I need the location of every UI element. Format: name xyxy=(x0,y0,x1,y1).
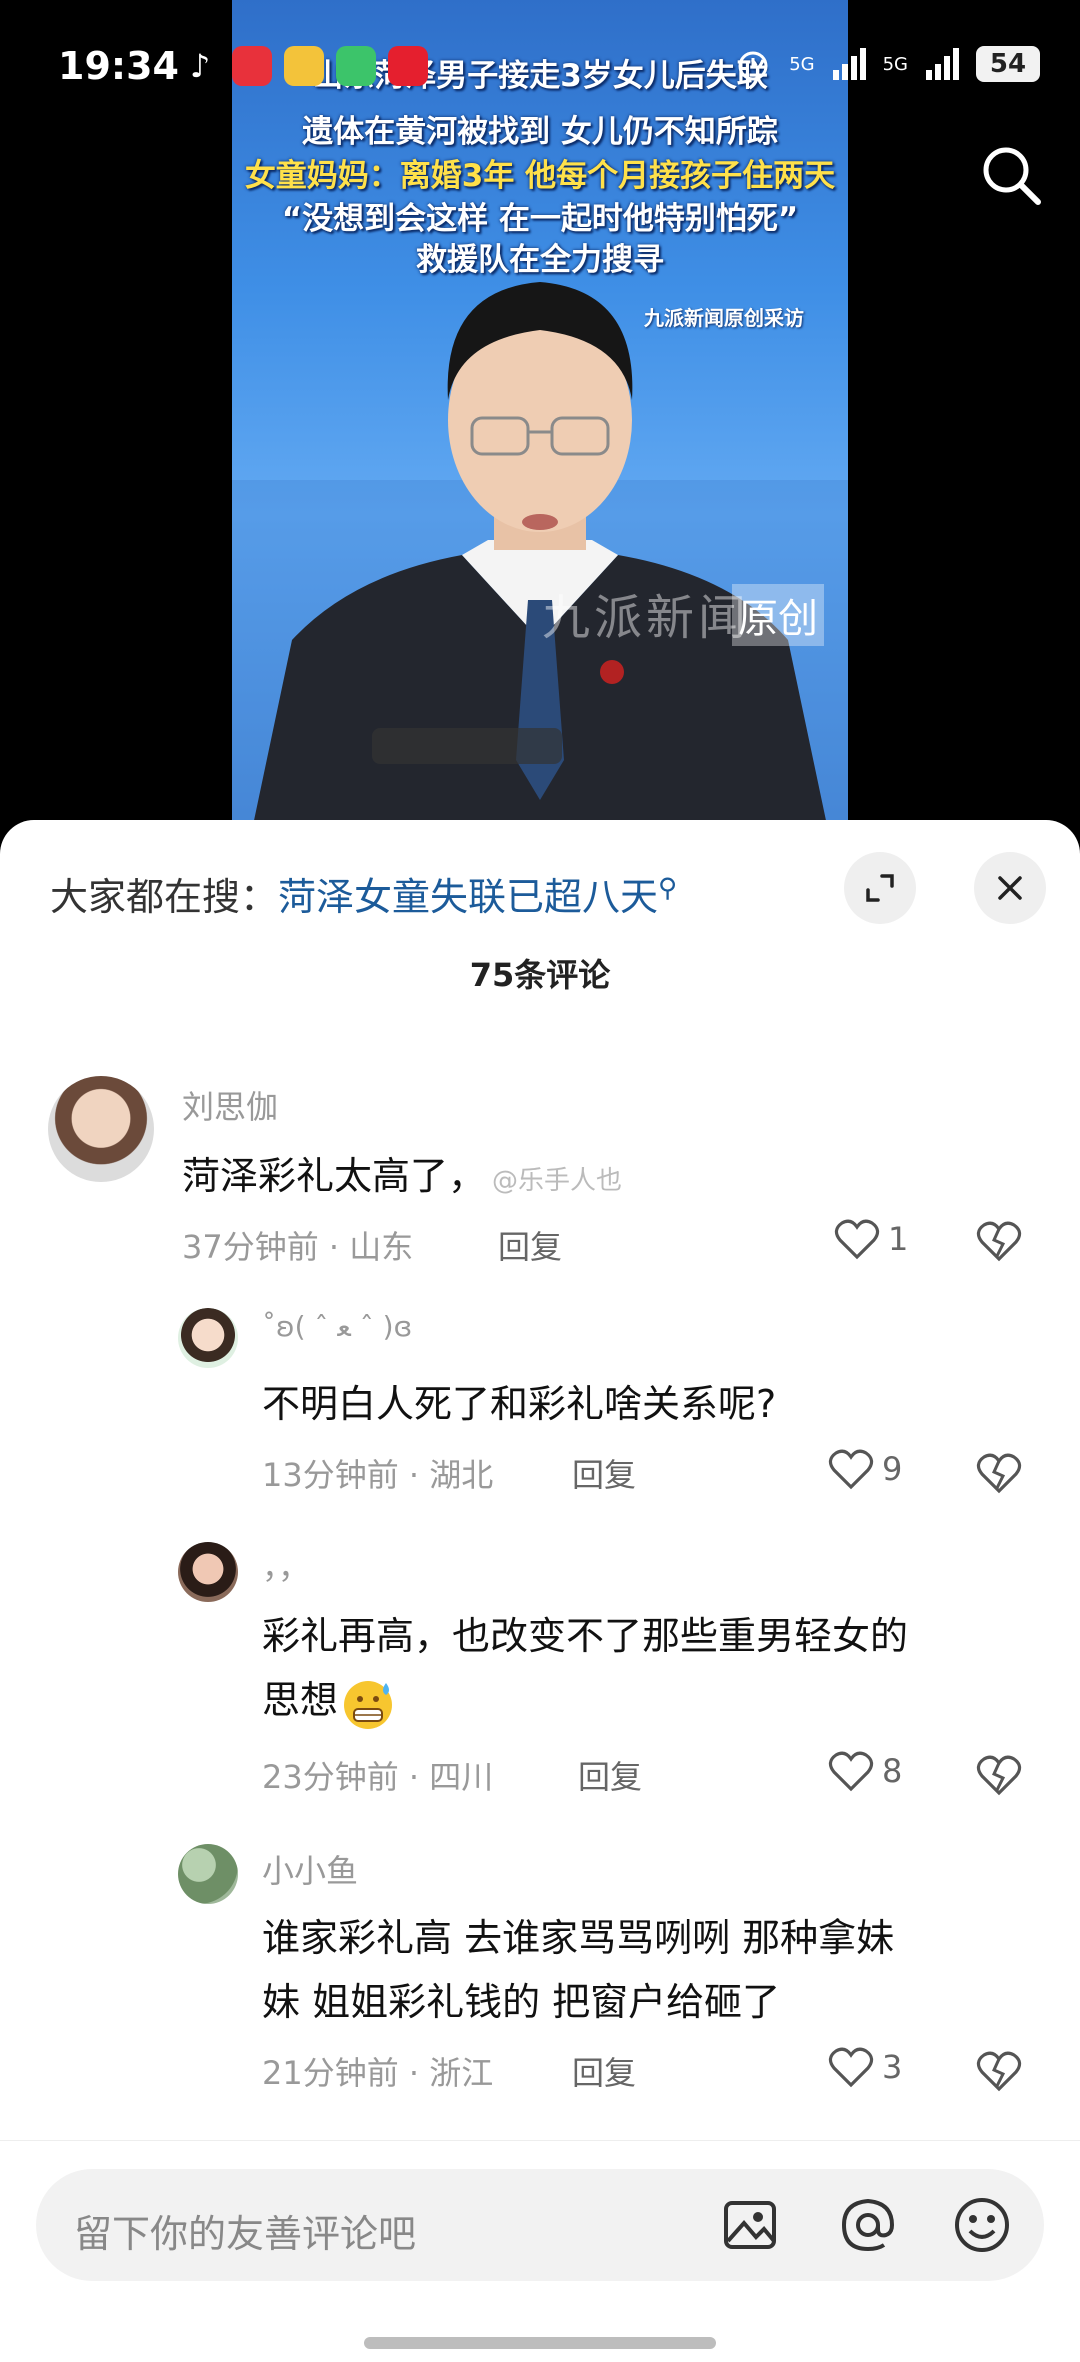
emoji-icon[interactable] xyxy=(950,2193,1014,2257)
chat-app-icon xyxy=(336,46,376,86)
reply-button[interactable]: 回复 xyxy=(578,1752,642,1798)
comment-location: 山东 xyxy=(349,1228,414,1266)
comment-text-line-wrap: 思想 xyxy=(262,1668,908,1733)
comment-location: 浙江 xyxy=(429,2054,494,2092)
inline-watermark: @乐手人也 xyxy=(492,1166,623,1196)
close-icon xyxy=(998,876,1022,900)
video-player[interactable]: 山东菏泽男子接走3岁女儿后失联 遗体在黄河被找到 女儿仍不知所踪 女童妈妈：离婚… xyxy=(0,0,1080,830)
reply-button[interactable]: 回复 xyxy=(498,1222,562,1268)
network-type-1: 5G xyxy=(789,53,815,75)
like-button[interactable]: 8 xyxy=(828,1750,902,1792)
comment-count: 75条评论 xyxy=(469,956,611,994)
like-button[interactable]: 3 xyxy=(828,2046,902,2088)
comment-meta: 21分钟前 · 浙江 xyxy=(262,2054,494,2092)
comment-text-body: 菏泽彩礼太高了， xyxy=(182,1154,487,1198)
comment-time: 21分钟前 xyxy=(262,2054,399,2092)
comment-meta: 23分钟前 · 四川 xyxy=(262,1758,494,1796)
comment-text-line: 彩礼再高，也改变不了那些重男轻女的 xyxy=(262,1614,909,1658)
search-icon[interactable] xyxy=(972,136,1052,216)
music-app-icon xyxy=(232,46,272,86)
video-source-label: 九派新闻原创采访 xyxy=(644,306,804,330)
broken-heart-icon[interactable] xyxy=(976,2050,1022,2092)
signal-icon xyxy=(926,48,959,80)
avatar[interactable] xyxy=(178,1542,238,1602)
alarm-icon xyxy=(738,51,768,81)
search-suggestion[interactable]: 大家都在搜：菏泽女童失联已超八天⚲ xyxy=(50,866,677,921)
avatar[interactable] xyxy=(48,1076,154,1182)
heart-icon xyxy=(834,1219,880,1260)
xiaohongshu-icon xyxy=(388,46,428,86)
suggest-prefix: 大家都在搜： xyxy=(50,875,279,919)
tiktok-icon: ♪ xyxy=(189,47,211,85)
video-headline: 救援队在全力搜寻 xyxy=(416,242,664,278)
comment-input-placeholder: 留下你的友善评论吧 xyxy=(74,2212,417,2256)
like-count: 8 xyxy=(882,1752,903,1790)
grimace-sweat-emoji-icon xyxy=(344,1680,393,1729)
reply-button[interactable]: 回复 xyxy=(572,2048,636,2094)
broken-heart-icon[interactable] xyxy=(976,1754,1022,1796)
like-count: 9 xyxy=(882,1450,903,1488)
comment-text[interactable]: 谁家彩礼高 去谁家骂骂咧咧 那种拿妹 妹 姐姐彩礼钱的 把窗户给砸了 xyxy=(262,1906,894,2034)
like-count: 3 xyxy=(882,2048,903,2086)
expand-icon xyxy=(866,874,894,902)
comment-username[interactable]: 刘思伽 xyxy=(182,1082,278,1128)
video-headline: “没想到会这样 在一起时他特别怕死” xyxy=(281,201,799,237)
avatar[interactable] xyxy=(178,1308,238,1368)
avatar[interactable] xyxy=(178,1844,238,1904)
comment-text[interactable]: 彩礼再高，也改变不了那些重男轻女的 思想 xyxy=(262,1604,908,1733)
status-time: 19:34 xyxy=(58,44,179,88)
comment-location: 湖北 xyxy=(429,1456,494,1494)
suggest-link[interactable]: 菏泽女童失联已超八天 xyxy=(278,875,658,919)
comment-sheet: 大家都在搜：菏泽女童失联已超八天⚲ 75条评论 刘思伽 菏泽彩礼太高了， @乐手人… xyxy=(0,820,1080,2362)
heart-icon xyxy=(828,1449,874,1490)
broken-heart-icon[interactable] xyxy=(976,1220,1022,1262)
comment-text-line: 谁家彩礼高 去谁家骂骂咧咧 那种拿妹 xyxy=(262,1916,895,1960)
comment-text[interactable]: 菏泽彩礼太高了， @乐手人也 xyxy=(182,1144,622,1213)
like-button[interactable]: 9 xyxy=(828,1448,902,1490)
comment-username[interactable]: ˚ʚ( ˆ ﻌ ˆ )ɞ xyxy=(262,1310,412,1343)
comment-text-line: 思想 xyxy=(262,1678,339,1722)
video-watermark-tag: 原创 xyxy=(732,584,824,646)
network-type-2: 5G xyxy=(882,53,908,75)
like-count: 1 xyxy=(888,1220,909,1258)
search-small-icon: ⚲ xyxy=(658,873,678,904)
comment-time: 37分钟前 xyxy=(182,1228,319,1266)
comment-username[interactable]: ，， xyxy=(262,1542,310,1588)
comment-input-bar: 留下你的友善评论吧 xyxy=(0,2140,1080,2362)
heart-icon xyxy=(828,2047,874,2088)
comment-time: 13分钟前 xyxy=(262,1456,399,1494)
comment-time: 23分钟前 xyxy=(262,1758,399,1796)
notification-icons: ♪ xyxy=(180,46,428,86)
comment-meta: 13分钟前 · 湖北 xyxy=(262,1456,494,1494)
close-button[interactable] xyxy=(974,852,1046,924)
video-watermark: 九派新闻 xyxy=(542,590,751,646)
video-headline: 女童妈妈：离婚3年 他每个月接孩子住两天 xyxy=(244,158,836,194)
comment-text[interactable]: 不明白人死了和彩礼啥关系呢? xyxy=(262,1372,776,1436)
image-icon[interactable] xyxy=(718,2193,782,2257)
comment-location: 四川 xyxy=(429,1758,494,1796)
reply-button[interactable]: 回复 xyxy=(572,1450,636,1496)
weibo-icon xyxy=(284,46,324,86)
comment-input[interactable]: 留下你的友善评论吧 xyxy=(36,2169,1044,2281)
signal-icon xyxy=(832,48,866,80)
battery-indicator: 54 xyxy=(976,46,1040,82)
status-bar: 19:34 ♪ 5G 5G 54 xyxy=(0,0,1080,136)
status-right-group: 5G 5G 54 xyxy=(733,44,1040,84)
broken-heart-icon[interactable] xyxy=(976,1452,1022,1494)
like-button[interactable]: 1 xyxy=(834,1218,908,1260)
heart-icon xyxy=(828,1751,874,1792)
comment-username[interactable]: 小小鱼 xyxy=(262,1846,358,1892)
expand-button[interactable] xyxy=(844,852,916,924)
comment-meta: 37分钟前 · 山东 xyxy=(182,1228,414,1266)
at-mention-icon[interactable] xyxy=(836,2193,900,2257)
home-indicator[interactable] xyxy=(364,2337,716,2349)
comment-text-line: 妹 姐姐彩礼钱的 把窗户给砸了 xyxy=(262,1980,781,2024)
